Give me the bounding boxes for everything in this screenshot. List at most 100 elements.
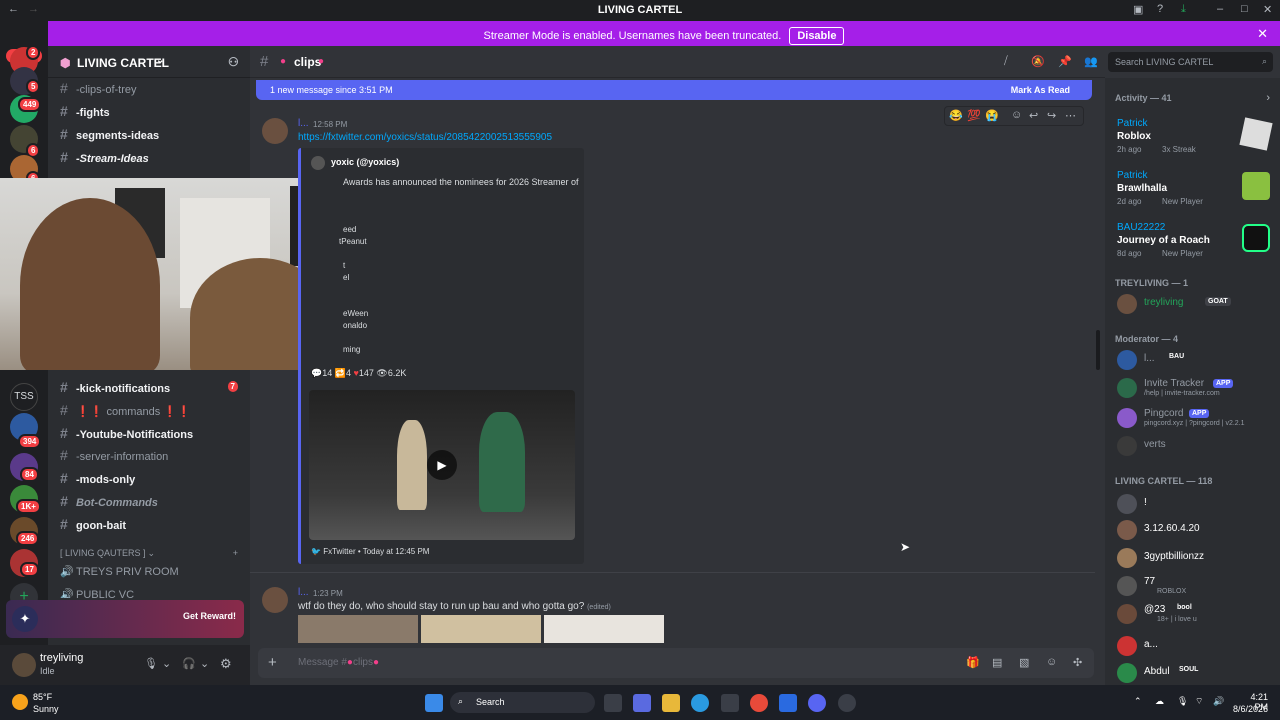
sticker-icon[interactable]: ▧ bbox=[1019, 656, 1029, 669]
chevron-down-icon[interactable]: ⌄ bbox=[162, 657, 171, 670]
member-item[interactable]: Pingcord APP pingcord.xyz | ?pingcord | … bbox=[1117, 408, 1275, 430]
play-icon[interactable]: ▶ bbox=[427, 450, 457, 480]
apps-icon[interactable]: ✣ bbox=[1073, 656, 1082, 669]
pin-icon[interactable]: 📌 bbox=[1058, 55, 1072, 68]
server-icon-tss[interactable]: TSS bbox=[10, 383, 38, 411]
channel-item[interactable]: # -server-information bbox=[56, 444, 246, 466]
disable-button[interactable]: Disable bbox=[789, 27, 845, 45]
wifi-icon[interactable]: ⌔ bbox=[1195, 696, 1203, 707]
new-messages-bar[interactable]: 1 new message since 3:51 PM Mark As Read bbox=[256, 80, 1092, 100]
emoji-icon[interactable]: ☺ bbox=[1046, 656, 1057, 668]
channel-item[interactable]: # -fights bbox=[56, 100, 246, 122]
activity-item[interactable]: Patrick Roblox 2h ago 3x Streak bbox=[1117, 117, 1275, 158]
channel-item[interactable]: # Bot-Commands bbox=[56, 490, 246, 512]
member-item[interactable]: 77 ROBLOX bbox=[1117, 576, 1275, 598]
member-item[interactable]: treyliving GOAT bbox=[1117, 294, 1275, 316]
chrome-icon[interactable] bbox=[750, 694, 768, 712]
message-input[interactable]: + Message #●clips● 🎁 ▤ ▧ ☺ ✣ bbox=[258, 648, 1094, 678]
download-icon[interactable]: ⤓ bbox=[1181, 3, 1186, 16]
clock-date[interactable]: 8/6/2026 bbox=[1230, 704, 1268, 714]
embed-author[interactable]: yoxic (@yoxics) bbox=[331, 157, 399, 167]
hash-icon: # bbox=[260, 53, 269, 70]
voice-channel[interactable]: 🔊 PUBLIC VC bbox=[56, 584, 246, 598]
channel-item[interactable]: # -Youtube-Notifications bbox=[56, 422, 246, 444]
app-icon[interactable] bbox=[838, 694, 856, 712]
forward-icon[interactable]: ↪ bbox=[1047, 109, 1056, 122]
member-item[interactable]: Abdul SOUL bbox=[1117, 663, 1275, 685]
channel-item[interactable]: # -mods-only bbox=[56, 467, 246, 489]
gift-icon[interactable]: 🎁 bbox=[966, 656, 980, 669]
channel-item[interactable]: # segments-ideas bbox=[56, 123, 246, 145]
microphone-icon[interactable]: 🎙 bbox=[144, 657, 158, 670]
search-input[interactable]: Search LIVING CARTEL ⌕ bbox=[1108, 52, 1273, 72]
attachment-image[interactable] bbox=[544, 615, 664, 643]
avatar bbox=[1117, 494, 1137, 514]
maximize-icon[interactable]: □ bbox=[1241, 3, 1248, 15]
message-link[interactable]: https://fxtwitter.com/yoxics/status/2085… bbox=[298, 132, 552, 143]
reward-promo[interactable]: ✦ Get Reward! bbox=[6, 600, 244, 638]
taskbar-search[interactable]: ⌕ Search bbox=[450, 692, 595, 713]
member-item[interactable]: verts bbox=[1117, 436, 1275, 458]
channel-item[interactable]: # goon-bait bbox=[56, 513, 246, 535]
member-item[interactable]: ! bbox=[1117, 494, 1275, 516]
chevron-down-icon[interactable]: ⌄ bbox=[200, 657, 209, 670]
more-icon[interactable]: ⋯ bbox=[1065, 109, 1076, 122]
store-icon[interactable] bbox=[721, 694, 739, 712]
member-item[interactable]: a... bbox=[1117, 636, 1275, 658]
reply-icon[interactable]: ↩ bbox=[1029, 109, 1038, 122]
channel-item[interactable]: # ❗❗ commands ❗❗ bbox=[56, 399, 246, 421]
chat-scrollbar[interactable] bbox=[1096, 330, 1100, 370]
edge-icon[interactable] bbox=[691, 694, 709, 712]
voice-channel[interactable]: 🔊 TREYS PRIV ROOM bbox=[56, 561, 246, 583]
member-list-icon[interactable]: 👥 bbox=[1084, 55, 1098, 68]
avatar[interactable] bbox=[12, 653, 36, 677]
close-banner-icon[interactable]: ✕ bbox=[1257, 26, 1268, 42]
discord-icon[interactable] bbox=[808, 694, 826, 712]
member-item[interactable]: l... BAU bbox=[1117, 350, 1275, 372]
mark-as-read-button[interactable]: Mark As Read bbox=[1011, 85, 1070, 95]
activity-item[interactable]: BAU22222 Journey of a Roach 8d ago New P… bbox=[1117, 222, 1275, 262]
task-view-icon[interactable] bbox=[604, 694, 622, 712]
video-thumbnail[interactable]: ▶ bbox=[309, 390, 575, 540]
member-item[interactable]: 3.12.60.4.20 bbox=[1117, 520, 1275, 542]
attachment-image[interactable] bbox=[298, 615, 418, 643]
network-icon[interactable]: ☁ bbox=[1155, 696, 1164, 707]
channel-item[interactable]: # -kick-notifications 7 bbox=[56, 376, 246, 398]
message-author[interactable]: l... bbox=[298, 587, 309, 598]
avatar[interactable] bbox=[262, 587, 288, 613]
message-author[interactable]: l... bbox=[298, 118, 309, 129]
app-icon[interactable] bbox=[779, 694, 797, 712]
add-member-icon[interactable]: ⚇ bbox=[228, 55, 239, 69]
channel-item[interactable]: # -Stream-Ideas bbox=[56, 146, 246, 168]
member-item[interactable]: Invite Tracker APP /help | invite-tracke… bbox=[1117, 378, 1275, 400]
add-reaction-icon[interactable]: ☺ bbox=[1011, 109, 1022, 121]
avatar[interactable] bbox=[262, 118, 288, 144]
attachment-image[interactable] bbox=[421, 615, 541, 643]
microphone-icon[interactable]: 🎙 bbox=[1177, 696, 1188, 707]
chevron-right-icon[interactable]: › bbox=[1266, 92, 1270, 104]
minimize-icon[interactable]: – bbox=[1217, 3, 1223, 15]
help-icon[interactable]: ? bbox=[1157, 3, 1163, 15]
emoji-100-icon[interactable]: 💯 bbox=[967, 109, 981, 122]
mute-bell-icon[interactable]: 🔕 bbox=[1031, 55, 1045, 68]
headphones-icon[interactable]: 🎧 bbox=[182, 657, 196, 670]
gif-icon[interactable]: ▤ bbox=[992, 656, 1002, 669]
gear-icon[interactable]: ⚙ bbox=[220, 656, 232, 672]
close-window-icon[interactable]: ✕ bbox=[1263, 3, 1272, 16]
chevron-up-icon[interactable]: ⌃ bbox=[1134, 696, 1142, 707]
start-icon[interactable] bbox=[425, 694, 443, 712]
activity-item[interactable]: Patrick Brawlhalla 2d ago New Player bbox=[1117, 170, 1275, 210]
file-explorer-icon[interactable] bbox=[662, 694, 680, 712]
inbox-icon[interactable]: ▣ bbox=[1133, 3, 1143, 16]
member-item[interactable]: @23 bool 18+ | i love u bbox=[1117, 604, 1275, 626]
add-attachment-icon[interactable]: + bbox=[268, 654, 277, 671]
threads-icon[interactable]: ⧸ bbox=[1004, 55, 1008, 68]
emoji-cry-icon[interactable]: 😭 bbox=[985, 109, 999, 122]
get-reward-button[interactable]: Get Reward! bbox=[183, 611, 236, 621]
emoji-laugh-icon[interactable]: 😂 bbox=[949, 109, 963, 122]
volume-icon[interactable]: 🔊 bbox=[1213, 696, 1224, 707]
channel-item[interactable]: # -clips-of-trey bbox=[56, 77, 246, 99]
server-header[interactable]: ⬢ LIVING CARTEL ⌄ ⚇ bbox=[48, 46, 250, 78]
copilot-icon[interactable] bbox=[633, 694, 651, 712]
member-item[interactable]: 3gyptbillionzz bbox=[1117, 548, 1275, 570]
